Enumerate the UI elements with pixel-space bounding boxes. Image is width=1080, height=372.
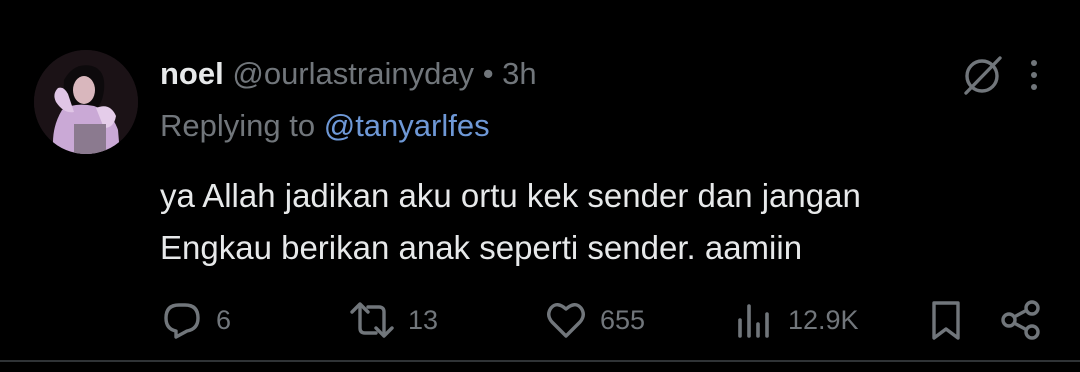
bookmark-button[interactable] — [926, 296, 966, 344]
like-button[interactable]: 655 — [544, 296, 645, 344]
reply-count: 6 — [216, 305, 232, 335]
action-bar: 6 13 655 12.9K — [160, 296, 1050, 344]
tweet-text: ya Allah jadikan aku ortu kek sender dan… — [160, 170, 1040, 274]
repost-count: 13 — [408, 305, 439, 335]
bottom-divider — [0, 360, 1080, 362]
author-name[interactable]: noel — [160, 56, 224, 91]
replying-to-mention[interactable]: @tanyarlfes — [324, 108, 490, 143]
avatar[interactable] — [34, 50, 138, 154]
repost-icon — [348, 298, 396, 342]
replying-to: Replying to @tanyarlfes — [160, 106, 490, 146]
views-button[interactable]: 12.9K — [734, 296, 859, 344]
author-handle[interactable]: @ourlastrainyday — [232, 56, 474, 91]
more-icon[interactable] — [1028, 55, 1040, 100]
share-icon — [998, 298, 1044, 342]
like-icon — [544, 298, 588, 342]
views-icon — [734, 298, 776, 342]
tweet-header: noel @ourlastrainyday • 3h — [160, 54, 537, 94]
tweet-text-line: Engkau berikan anak seperti sender. aami… — [160, 229, 803, 266]
reply-icon — [160, 298, 204, 342]
top-actions — [960, 52, 1040, 103]
like-count: 655 — [600, 305, 646, 335]
tweet: noel @ourlastrainyday • 3h Replying to @… — [0, 0, 1080, 372]
tweet-text-line: ya Allah jadikan aku ortu kek sender dan… — [160, 177, 861, 214]
replying-to-label: Replying to — [160, 108, 316, 143]
timestamp[interactable]: 3h — [502, 56, 536, 91]
grok-icon[interactable] — [960, 52, 1028, 103]
repost-button[interactable]: 13 — [348, 296, 438, 344]
views-count: 12.9K — [788, 305, 859, 335]
reply-button[interactable]: 6 — [160, 296, 231, 344]
share-button[interactable] — [998, 296, 1044, 344]
bookmark-icon — [926, 298, 966, 342]
separator-dot: • — [482, 56, 494, 91]
